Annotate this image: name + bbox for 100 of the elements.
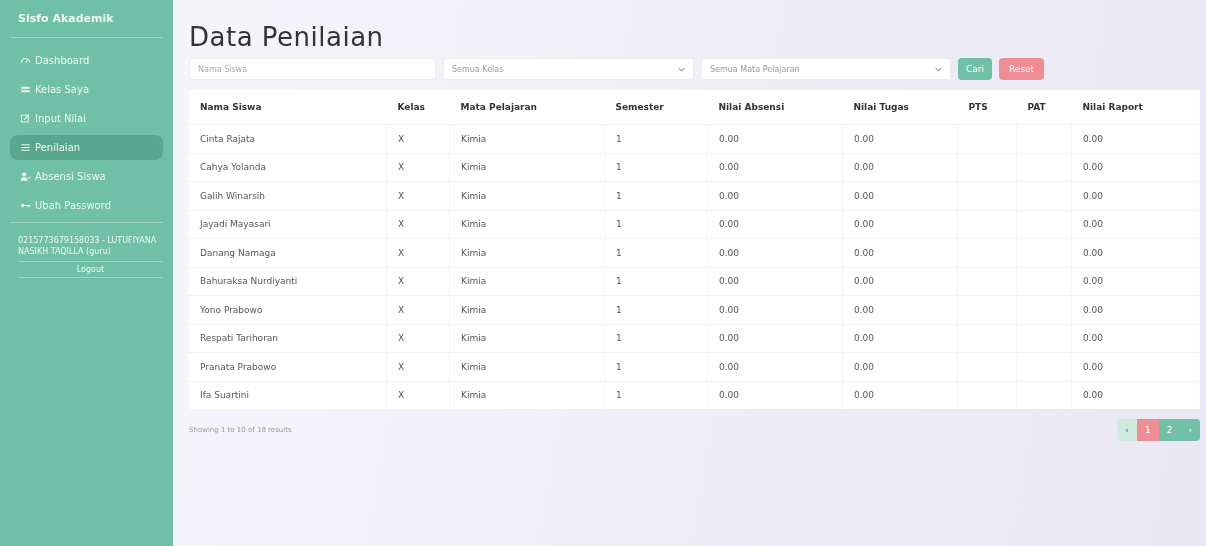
- table-cell: 1: [604, 267, 708, 296]
- user-check-icon: [20, 171, 31, 182]
- table-cell: Kimia: [449, 238, 605, 267]
- list-icon: [20, 142, 31, 153]
- table-cell: 0.00: [707, 352, 843, 381]
- table-cell: 1: [604, 324, 708, 353]
- table-cell: 0.00: [842, 210, 958, 239]
- nav-item[interactable]: Penilaian: [10, 135, 163, 160]
- brand-title: Sisfo Akademik: [17, 11, 115, 27]
- table-cell: 0.00: [1071, 124, 1200, 153]
- table-cell: Kimia: [449, 381, 605, 409]
- user-info: 0215773679158033 - LUTUFIYANA NASIKH TAQILLA (guru): [17, 235, 158, 259]
- table-cell: 0.00: [1071, 153, 1200, 182]
- table-cell: 0.00: [842, 324, 958, 353]
- page-button[interactable]: 1: [1136, 419, 1159, 441]
- column-header: Semester: [604, 90, 708, 125]
- table-cell: 0.00: [842, 181, 958, 210]
- page-button[interactable]: 2: [1158, 419, 1181, 441]
- table-cell: X: [386, 153, 450, 182]
- column-header: Kelas: [386, 90, 450, 125]
- table-cell: Yono Prabowo: [189, 295, 387, 324]
- page-button[interactable]: ‹: [1117, 419, 1137, 441]
- table-cell: X: [386, 124, 450, 153]
- table-cell: Cinta Rajata: [189, 124, 387, 153]
- table-cell: 1: [604, 153, 708, 182]
- column-header: Nilai Absensi: [707, 90, 843, 125]
- nav-item[interactable]: Ubah Password: [10, 193, 163, 218]
- dropdown[interactable]: Semua Mata Pelajaran: [701, 58, 951, 80]
- column-header: PAT: [1016, 90, 1072, 125]
- table-cell: 1: [604, 181, 708, 210]
- table-cell: Galih Winarsih: [189, 181, 387, 210]
- table-cell: Jayadi Mayasari: [189, 210, 387, 239]
- table-cell: X: [386, 267, 450, 296]
- table-cell: 1: [604, 352, 708, 381]
- table-cell: 0.00: [707, 238, 843, 267]
- table-cell: X: [386, 352, 450, 381]
- table-cell: 0.00: [707, 210, 843, 239]
- page-title: Data Penilaian: [189, 22, 385, 52]
- table-cell: 0.00: [707, 181, 843, 210]
- table-cell: Respati Tarihoran: [189, 324, 387, 353]
- table-cell: 0.00: [1071, 352, 1200, 381]
- table-cell: 0.00: [707, 295, 843, 324]
- table-cell: Pranata Prabowo: [189, 352, 387, 381]
- table-cell: 0.00: [1071, 181, 1200, 210]
- column-header: Mata Pelajaran: [449, 90, 605, 125]
- table-cell: X: [386, 210, 450, 239]
- gauge-icon: [20, 55, 31, 66]
- table-cell: 0.00: [707, 267, 843, 296]
- table-cell: X: [386, 295, 450, 324]
- table-cell: 0.00: [1071, 238, 1200, 267]
- table-cell: 0.00: [1071, 267, 1200, 296]
- caret-icon: [678, 66, 685, 72]
- table-cell: 0.00: [842, 267, 958, 296]
- table-cell: Danang Namaga: [189, 238, 387, 267]
- table-cell: Bahuraksa Nurdiyanti: [189, 267, 387, 296]
- table-cell: Ifa Suartini: [189, 381, 387, 409]
- table-cell: X: [386, 181, 450, 210]
- table-cell: 0.00: [1071, 324, 1200, 353]
- table-cell: 0.00: [707, 124, 843, 153]
- caret-icon: [935, 66, 942, 72]
- table-cell: X: [386, 381, 450, 409]
- nav-item[interactable]: Absensi Siswa: [10, 164, 163, 189]
- table-cell: Kimia: [449, 124, 605, 153]
- table-cell: Kimia: [449, 352, 605, 381]
- page-button[interactable]: ›: [1180, 419, 1200, 441]
- table-cell: 1: [604, 210, 708, 239]
- table-cell: 1: [604, 124, 708, 153]
- table-cell: 0.00: [707, 324, 843, 353]
- table-cell: 0.00: [842, 238, 958, 267]
- table-cell: 1: [604, 238, 708, 267]
- table-cell: 0.00: [842, 124, 958, 153]
- table-cell: 0.00: [1071, 295, 1200, 324]
- table-cell: 0.00: [707, 381, 843, 409]
- logout-button[interactable]: Logout: [18, 261, 163, 279]
- table-cell: Kimia: [449, 153, 605, 182]
- column-header: Nama Siswa: [189, 90, 387, 125]
- nav-item[interactable]: Input Nilai: [10, 106, 163, 131]
- table-cell: 0.00: [842, 153, 958, 182]
- nav-item[interactable]: Kelas Saya: [10, 77, 163, 102]
- table-cell: 0.00: [707, 153, 843, 182]
- table-cell: 0.00: [842, 352, 958, 381]
- table-cell: 1: [604, 381, 708, 409]
- table-cell: X: [386, 238, 450, 267]
- table-cell: Cahya Yolanda: [189, 153, 387, 182]
- column-header: Nilai Raport: [1071, 90, 1200, 125]
- search-field[interactable]: Nama Siswa: [189, 58, 436, 80]
- column-header: Nilai Tugas: [842, 90, 958, 125]
- table-cell: 0.00: [842, 381, 958, 409]
- table-cell: Kimia: [449, 210, 605, 239]
- dropdown[interactable]: Semua Kelas: [443, 58, 694, 80]
- table-cell: 0.00: [842, 295, 958, 324]
- search-button[interactable]: Cari: [958, 58, 992, 80]
- nav-item[interactable]: Dashboard: [10, 48, 163, 73]
- table-cell: 1: [604, 295, 708, 324]
- edit-icon: [20, 113, 31, 124]
- reset-button[interactable]: Reset: [999, 58, 1045, 80]
- table-cell: Kimia: [449, 295, 605, 324]
- table-cell: 0.00: [1071, 210, 1200, 239]
- table-cell: Kimia: [449, 181, 605, 210]
- table-cell: Kimia: [449, 267, 605, 296]
